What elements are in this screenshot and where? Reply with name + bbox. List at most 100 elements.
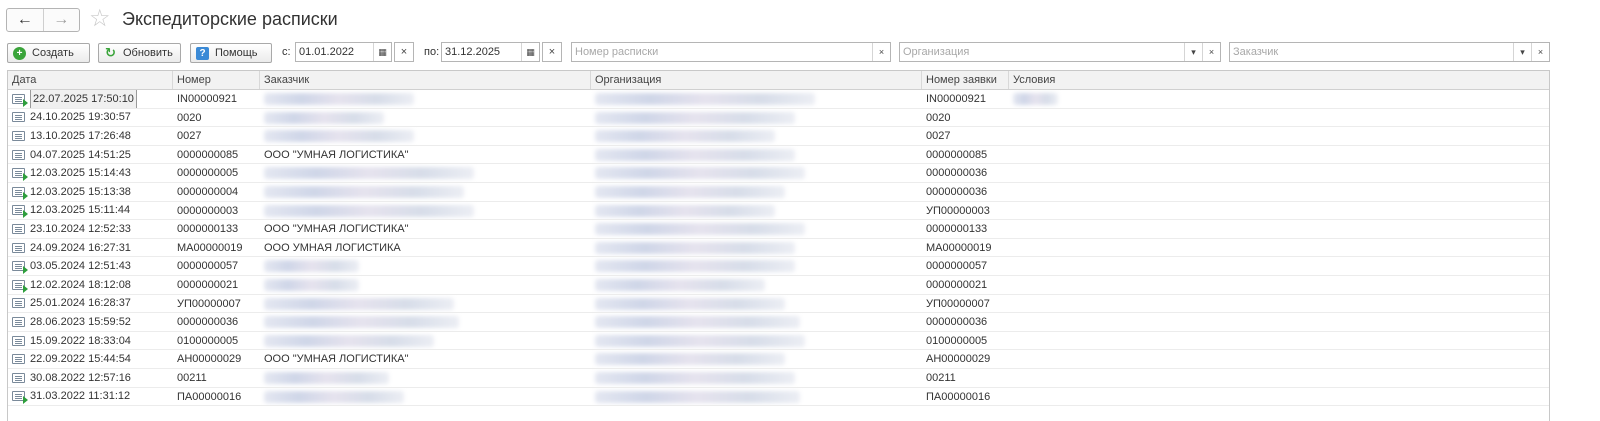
document-icon	[12, 354, 25, 365]
date-to-field[interactable]: 31.12.2025 ▦	[441, 42, 540, 62]
redacted-organization	[595, 260, 795, 273]
document-icon	[12, 242, 25, 253]
table-row[interactable]: 22.07.2025 17:50:10 IN00000921 IN00000921	[8, 90, 1549, 109]
column-header-customer[interactable]: Заказчик	[260, 71, 591, 89]
cell-date: 12.02.2024 18:12:08	[8, 276, 173, 294]
cell-customer	[260, 313, 591, 331]
help-button[interactable]: ? Помощь	[190, 43, 272, 63]
customer-text: ООО "УМНАЯ ЛОГИСТИКА"	[264, 148, 409, 161]
table-row[interactable]: 30.08.2022 12:57:16 00211 00211	[8, 369, 1549, 388]
date-to-label: по:	[424, 46, 440, 58]
table-row[interactable]: 04.07.2025 14:51:25 0000000085 ООО "УМНАЯ …	[8, 146, 1549, 165]
organization-placeholder: Организация	[903, 46, 970, 58]
customer-text: ООО "УМНАЯ ЛОГИСТИКА"	[264, 223, 409, 236]
cell-request-number: МА00000019	[926, 241, 992, 254]
cell-customer: ООО "УМНАЯ ЛОГИСТИКА"	[260, 220, 591, 238]
cell-customer	[260, 369, 591, 387]
column-header-conditions[interactable]: Условия	[1009, 71, 1549, 89]
table-row[interactable]: 12.03.2025 15:11:44 0000000003 УП00000003	[8, 202, 1549, 221]
cell-number: МА00000019	[177, 241, 243, 254]
table-row[interactable]: 31.03.2022 11:31:12 ПА00000016 ПА00000016	[8, 388, 1549, 407]
column-header-number[interactable]: Номер	[173, 71, 260, 89]
calendar-icon[interactable]: ▦	[373, 43, 391, 61]
redacted-organization	[595, 223, 805, 236]
cell-date: 13.10.2025 17:26:48	[8, 127, 173, 145]
redacted-organization	[595, 297, 785, 310]
clear-organization-button[interactable]: ×	[1202, 43, 1220, 61]
cell-date: 12.03.2025 15:14:43	[8, 164, 173, 182]
cell-organization	[591, 257, 922, 275]
table-row[interactable]: 24.09.2024 16:27:31 МА00000019 ООО УМНАЯ Л…	[8, 239, 1549, 258]
customer-field[interactable]: Заказчик ▾ ×	[1229, 42, 1550, 62]
redacted-organization	[595, 241, 795, 254]
date-from-value: 01.01.2022	[299, 46, 355, 58]
table-row[interactable]: 28.06.2023 15:59:52 0000000036 0000000036	[8, 313, 1549, 332]
chevron-down-icon[interactable]: ▾	[1184, 43, 1202, 61]
cell-number: 0000000021	[177, 278, 239, 291]
column-header-organization[interactable]: Организация	[591, 71, 922, 89]
date-text: 12.02.2024 18:12:08	[30, 278, 131, 291]
cell-conditions	[1009, 388, 1549, 406]
redacted-organization	[595, 130, 775, 143]
cell-organization	[591, 202, 922, 220]
date-text: 23.10.2024 12:52:33	[30, 222, 131, 235]
customer-text: ООО УМНАЯ ЛОГИСТИКА	[264, 241, 401, 254]
navigation-buttons: ← →	[6, 8, 80, 32]
table-row[interactable]: 12.03.2025 15:14:43 0000000005 0000000036	[8, 164, 1549, 183]
cell-date: 24.10.2025 19:30:57	[8, 109, 173, 127]
column-header-date[interactable]: Дата	[8, 71, 173, 89]
date-text: 24.09.2024 16:27:31	[30, 241, 131, 254]
cell-date: 12.03.2025 15:13:38	[8, 183, 173, 201]
refresh-icon: ↻	[105, 45, 116, 60]
cell-organization	[591, 332, 922, 350]
date-text: 24.10.2025 19:30:57	[30, 111, 131, 124]
arrow-right-icon: →	[53, 11, 70, 28]
table-row[interactable]: 22.09.2022 15:44:54 АН00000029 ООО "УМНАЯ …	[8, 350, 1549, 369]
cell-number: АН00000029	[177, 353, 242, 366]
cell-number: 0000000003	[177, 204, 239, 217]
redacted-customer	[264, 130, 414, 143]
date-from-clear-button[interactable]: ×	[394, 42, 414, 62]
organization-field[interactable]: Организация ▾ ×	[899, 42, 1221, 62]
cell-customer	[260, 257, 591, 275]
cell-customer	[260, 127, 591, 145]
date-from-field[interactable]: 01.01.2022 ▦	[295, 42, 392, 62]
cell-request-number: IN00000921	[926, 93, 986, 105]
date-to-clear-button[interactable]: ×	[542, 42, 562, 62]
cell-request-number: ПА00000016	[926, 390, 991, 403]
favorite-star-icon[interactable]: ☆	[89, 5, 111, 33]
cell-date: 22.09.2022 15:44:54	[8, 350, 173, 368]
cell-number: 0020	[177, 111, 202, 124]
back-button[interactable]: ←	[7, 9, 43, 31]
cell-number: ПА00000016	[177, 390, 242, 403]
table-row[interactable]: 23.10.2024 12:52:33 0000000133 ООО "УМНАЯ …	[8, 220, 1549, 239]
calendar-icon[interactable]: ▦	[521, 43, 539, 61]
cell-customer	[260, 388, 591, 406]
forward-button[interactable]: →	[42, 9, 80, 31]
chevron-down-icon[interactable]: ▾	[1513, 43, 1531, 61]
redacted-conditions	[1013, 93, 1058, 106]
table-row[interactable]: 12.03.2025 15:13:38 0000000004 0000000036	[8, 183, 1549, 202]
receipt-number-field[interactable]: Номер расписки ×	[571, 42, 891, 62]
clear-receipt-number-button[interactable]: ×	[872, 43, 890, 61]
document-icon	[12, 372, 25, 383]
receipts-table: Дата Номер Заказчик Организация Номер за…	[7, 70, 1550, 421]
cell-customer: ООО "УМНАЯ ЛОГИСТИКА"	[260, 350, 591, 368]
cell-request-number: 0000000021	[926, 278, 988, 291]
column-header-request-number[interactable]: Номер заявки	[922, 71, 1009, 89]
date-text: 13.10.2025 17:26:48	[30, 129, 131, 142]
cell-date: 12.03.2025 15:11:44	[8, 202, 173, 220]
table-row[interactable]: 13.10.2025 17:26:48 0027 0027	[8, 127, 1549, 146]
create-button[interactable]: + Создать	[7, 43, 90, 63]
table-row[interactable]: 15.09.2022 18:33:04 0100000005 0100000005	[8, 332, 1549, 351]
cell-customer: ООО "УМНАЯ ЛОГИСТИКА"	[260, 146, 591, 164]
clear-customer-button[interactable]: ×	[1531, 43, 1549, 61]
refresh-button[interactable]: ↻ Обновить	[98, 43, 181, 63]
table-row[interactable]: 03.05.2024 12:51:43 0000000057 0000000057	[8, 257, 1549, 276]
table-row[interactable]: 25.01.2024 16:28:37 УП00000007 УП00000007	[8, 295, 1549, 314]
cell-conditions	[1009, 257, 1549, 275]
cell-organization	[591, 90, 922, 108]
table-row[interactable]: 24.10.2025 19:30:57 0020 0020	[8, 109, 1549, 128]
close-icon: ×	[548, 46, 556, 58]
table-row[interactable]: 12.02.2024 18:12:08 0000000021 0000000021	[8, 276, 1549, 295]
